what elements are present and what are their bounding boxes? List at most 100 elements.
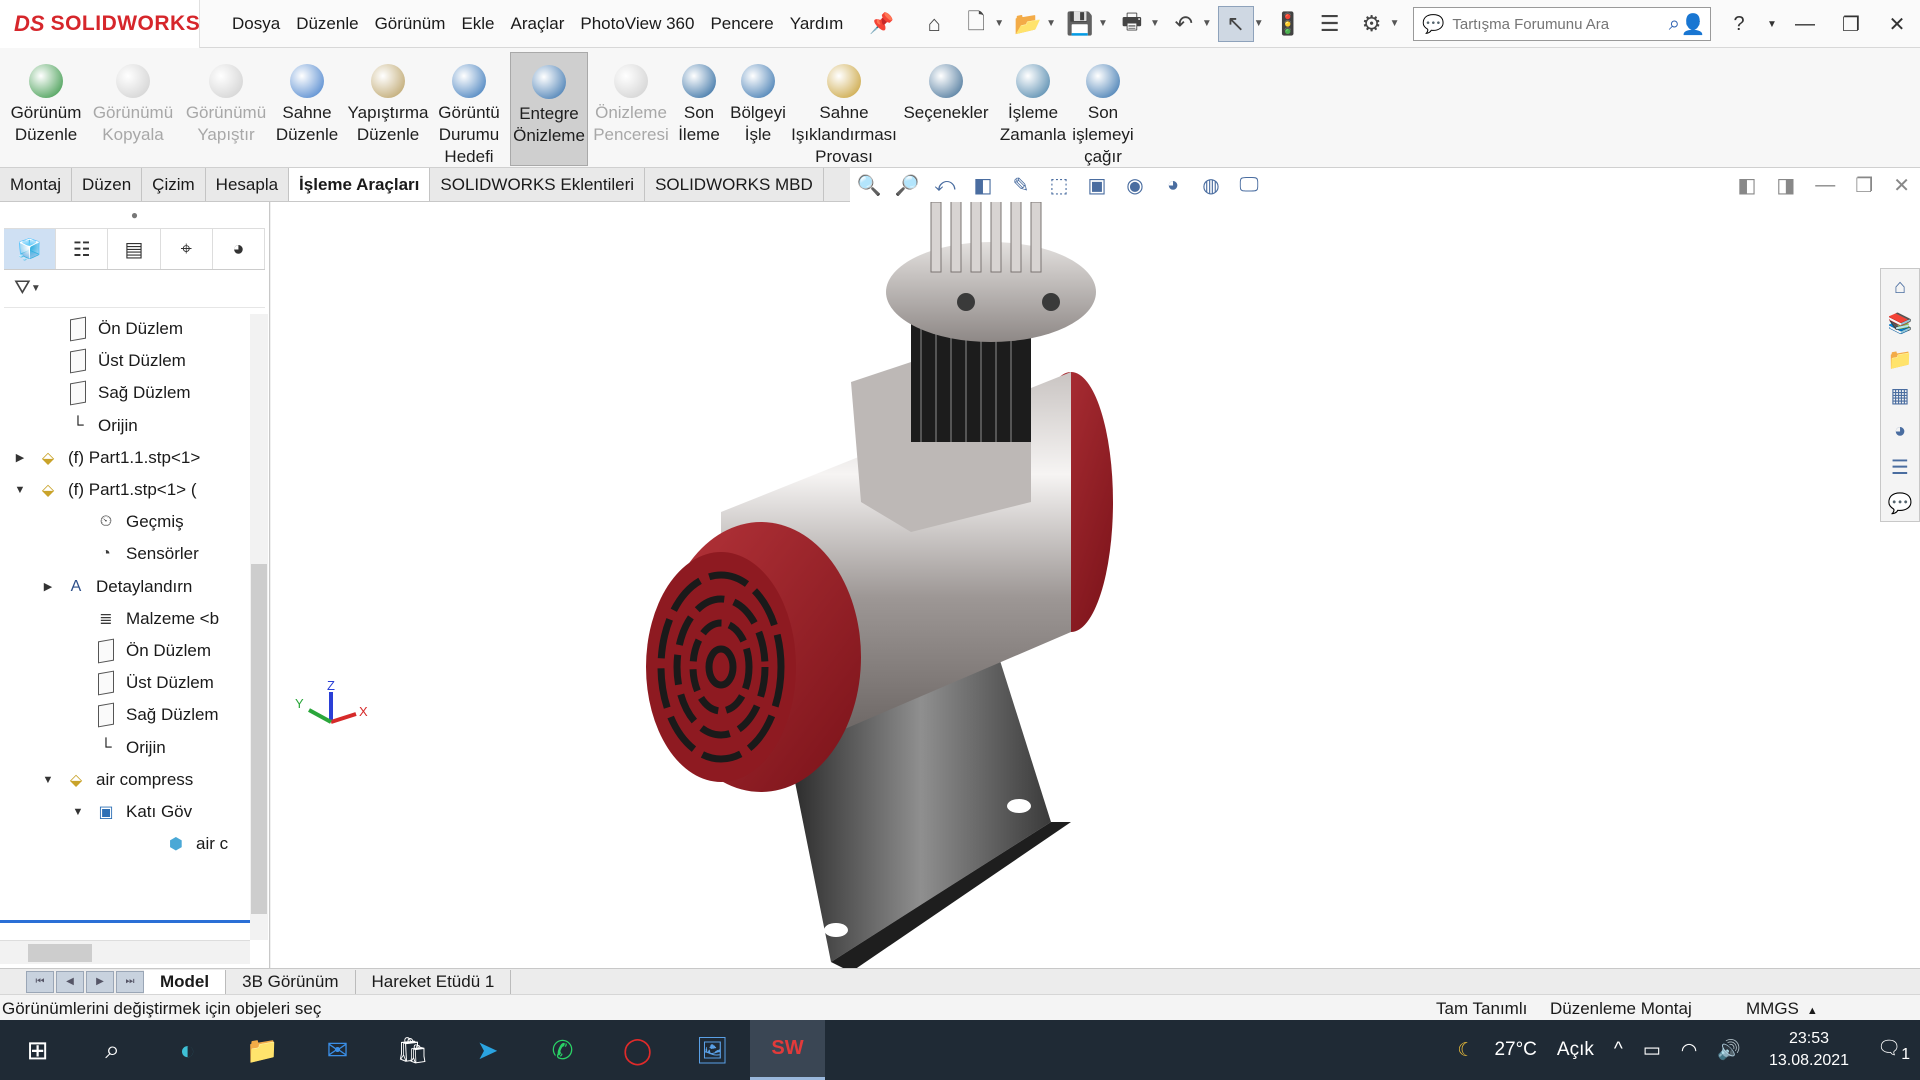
search-icon[interactable]: ⌕ <box>75 1020 150 1080</box>
appearances-icon[interactable]: ◕ <box>1894 413 1906 449</box>
panel-left-icon[interactable]: ◧ <box>1737 173 1756 198</box>
tree-item[interactable]: ▶ A Detaylandırn <box>44 572 193 602</box>
tab-4[interactable]: İşleme Araçları <box>289 168 431 201</box>
display-manager-tab-icon[interactable]: ◕ <box>213 229 266 269</box>
chevron-down-icon[interactable]: ▼ <box>1762 19 1782 30</box>
tab-motion-study[interactable]: Hareket Etüdü 1 <box>356 969 512 994</box>
ribbon-button-9[interactable]: Bölgeyi İşle <box>730 52 786 164</box>
chevron-down-icon[interactable]: ▼ <box>994 18 1004 29</box>
windows-start-icon[interactable]: ⊞ <box>0 1020 75 1080</box>
ribbon-button-10[interactable]: Sahne Işıklandırması Provası <box>790 52 898 166</box>
tree-item[interactable]: ⏲ Geçmiş <box>94 507 184 537</box>
expand-arrow-icon[interactable]: ▶ <box>40 580 56 593</box>
photos-icon[interactable]: 🖼 <box>675 1020 750 1080</box>
prev-tab-icon[interactable]: ◀ <box>56 970 84 993</box>
mail-icon[interactable]: ✉ <box>300 1020 375 1080</box>
viewport-restore-icon[interactable]: ❐ <box>1855 173 1873 198</box>
ribbon-button-0[interactable]: Görünüm Düzenle <box>4 52 88 164</box>
tab-3d-view[interactable]: 3B Görünüm <box>226 969 356 994</box>
solidworks-taskbar-icon[interactable]: SW <box>750 1020 825 1080</box>
open-icon[interactable]: 📂 <box>1010 6 1046 42</box>
minimize-icon[interactable]: — <box>1782 13 1828 36</box>
weather-moon-icon[interactable]: ☾ <box>1457 1039 1474 1062</box>
menu-tools[interactable]: Araçlar <box>503 14 573 34</box>
first-tab-icon[interactable]: ⏮ <box>26 970 54 993</box>
tree-item[interactable]: Ön Düzlem <box>66 314 183 344</box>
tab-6[interactable]: SOLIDWORKS MBD <box>645 168 824 201</box>
telegram-icon[interactable]: ➤ <box>450 1020 525 1080</box>
tree-item[interactable]: Sağ Düzlem <box>94 700 219 730</box>
view-palette-icon[interactable]: ▦ <box>1891 377 1910 413</box>
chevron-down-icon[interactable]: ▼ <box>1254 18 1264 29</box>
tab-3[interactable]: Hesapla <box>206 168 290 201</box>
custom-properties-icon[interactable]: ☰ <box>1891 449 1909 485</box>
ribbon-button-11[interactable]: Seçenekler <box>900 52 992 164</box>
zoom-to-area-icon[interactable]: 🔎 <box>888 173 926 198</box>
graphics-area[interactable]: Z X Y ⌂ 📚 📁 ▦ ◕ ☰ 💬 <box>271 202 1920 968</box>
clock[interactable]: 23:53 13.08.2021 <box>1769 1028 1849 1072</box>
viewport-minimize-icon[interactable]: — <box>1815 174 1835 197</box>
display-style-icon[interactable]: ▣ <box>1078 173 1116 198</box>
section-view-icon[interactable]: ◧ <box>964 173 1002 198</box>
ribbon-button-4[interactable]: Yapıştırma Düzenle <box>346 52 430 164</box>
user-account-icon[interactable]: 👤 <box>1670 12 1716 37</box>
tree-item[interactable]: Ön Düzlem <box>94 636 211 666</box>
tree-item[interactable]: ∥Montaj İlişkileri <box>66 861 209 862</box>
tree-item[interactable]: ⬢ air c <box>164 829 228 859</box>
tree-item[interactable]: Sağ Düzlem <box>66 378 191 408</box>
store-icon[interactable]: 🛍 <box>375 1020 450 1080</box>
collapse-arrow-icon[interactable]: ▼ <box>40 774 56 786</box>
scrollbar-thumb[interactable] <box>28 944 92 962</box>
panel-right-icon[interactable]: ◨ <box>1776 173 1795 198</box>
volume-icon[interactable]: 🔊 <box>1717 1038 1741 1062</box>
file-explorer-icon[interactable]: 📁 <box>1888 341 1913 377</box>
ribbon-button-13[interactable]: Son işlemeyi çağır <box>1070 52 1136 166</box>
tab-5[interactable]: SOLIDWORKS Eklentileri <box>430 168 646 201</box>
menu-photoview[interactable]: PhotoView 360 <box>572 14 702 34</box>
edit-appearance-icon[interactable]: ◕ <box>1154 174 1192 197</box>
solidworks-resources-icon[interactable]: ⌂ <box>1894 269 1906 305</box>
view-settings-icon[interactable]: 🖵 <box>1230 174 1268 197</box>
weather-condition[interactable]: Açık <box>1557 1039 1594 1061</box>
menu-file[interactable]: Dosya <box>224 14 288 34</box>
tree-item[interactable]: ◔ Sensörler <box>94 539 199 569</box>
ribbon-button-12[interactable]: İşleme Zamanla <box>998 52 1068 164</box>
tab-2[interactable]: Çizim <box>142 168 206 201</box>
next-tab-icon[interactable]: ▶ <box>86 970 114 993</box>
chevron-up-icon[interactable]: ▲ <box>1807 1005 1818 1017</box>
tree-item[interactable]: └ Orijin <box>66 411 137 441</box>
notification-center-icon[interactable]: 🗨1 <box>1877 1036 1910 1064</box>
menu-insert[interactable]: Ekle <box>453 14 502 34</box>
tab-0[interactable]: Montaj <box>0 168 73 201</box>
restore-icon[interactable]: ❐ <box>1828 12 1874 37</box>
save-icon[interactable]: 💾 <box>1062 6 1098 42</box>
configuration-manager-tab-icon[interactable]: ▤ <box>108 229 161 269</box>
forum-icon[interactable]: 💬 <box>1888 485 1913 521</box>
dimxpert-tab-icon[interactable]: ⌖ <box>161 229 213 269</box>
tree-horizontal-scrollbar[interactable] <box>0 940 250 964</box>
tree-vertical-scrollbar[interactable] <box>250 314 268 940</box>
previous-view-icon[interactable]: ⤺ <box>926 174 964 197</box>
collapse-arrow-icon[interactable]: ▼ <box>12 484 28 496</box>
panel-grip-icon[interactable]: ● <box>0 202 269 228</box>
ribbon-button-3[interactable]: Sahne Düzenle <box>272 52 342 164</box>
collapse-arrow-icon[interactable]: ▼ <box>70 806 86 818</box>
chevron-down-icon[interactable]: ▼ <box>1046 18 1056 29</box>
viewport-close-icon[interactable]: ✕ <box>1893 173 1910 198</box>
tree-item[interactable]: ≣ Malzeme <b <box>94 604 219 634</box>
ribbon-button-8[interactable]: Son İleme <box>672 52 726 164</box>
file-explorer-icon[interactable]: 📁 <box>225 1020 300 1080</box>
chevron-down-icon[interactable]: ▼ <box>1390 18 1400 29</box>
print-icon[interactable]: 🖶 <box>1114 6 1150 42</box>
compressor-model[interactable]: Z X Y <box>271 202 1920 968</box>
ribbon-button-6[interactable]: Entegre Önizleme <box>510 52 588 166</box>
undo-icon[interactable]: ↶ <box>1166 6 1202 42</box>
battery-icon[interactable]: ▭ <box>1643 1039 1661 1062</box>
tree-item[interactable]: Üst Düzlem <box>94 668 214 698</box>
tab-1[interactable]: Düzen <box>72 168 143 201</box>
tree-item[interactable]: └ Orijin <box>94 733 165 763</box>
dynamic-annotation-icon[interactable]: ✎ <box>1002 173 1040 198</box>
last-tab-icon[interactable]: ⏭ <box>116 970 144 993</box>
filter-icon[interactable]: ⛛ ▼ <box>4 270 265 308</box>
chevron-down-icon[interactable]: ▼ <box>1202 18 1212 29</box>
